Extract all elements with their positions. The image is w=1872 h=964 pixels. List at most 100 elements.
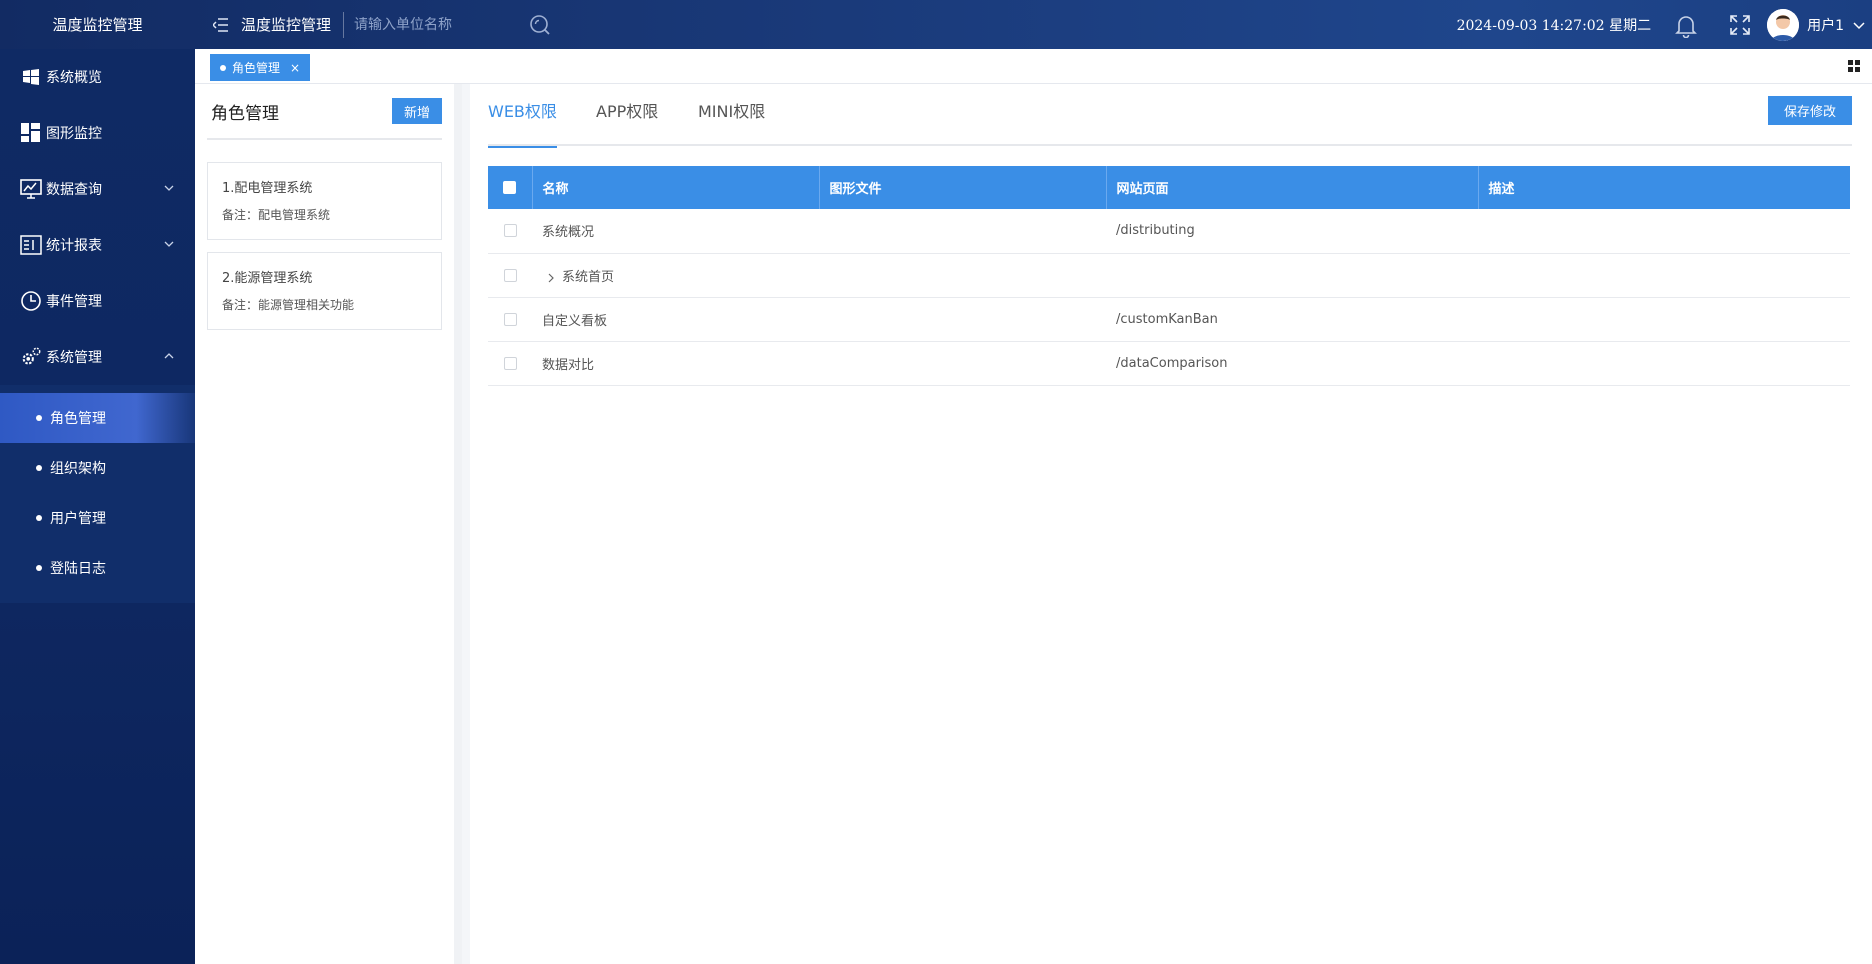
bullet-icon (36, 465, 42, 471)
dashboard-grid-icon (20, 122, 42, 144)
table-header-row: 名称 图形文件 网站页面 描述 (488, 166, 1850, 209)
sidebar-subitem-label: 组织架构 (50, 461, 106, 477)
tab-dot-icon (220, 64, 226, 71)
role-panel: 角色管理 新增 1.配电管理系统 备注：配电管理系统 2.能源管理系统 备注：能… (195, 84, 462, 964)
sidebar-item-label: 系统概览 (46, 70, 102, 86)
cell-file (819, 341, 1106, 386)
sidebar-item-overview[interactable]: 系统概览 (0, 49, 195, 105)
gears-icon (20, 346, 42, 368)
sidebar-item-data-query[interactable]: 数据查询 (0, 161, 195, 217)
table-row[interactable]: 系统首页 (488, 253, 1850, 298)
username[interactable]: 用户1 (1807, 15, 1844, 35)
role-card[interactable]: 1.配电管理系统 备注：配电管理系统 (207, 162, 442, 240)
add-role-button[interactable]: 新增 (392, 98, 442, 124)
permission-tabs: WEB权限 APP权限 MINI权限 (488, 84, 1852, 148)
sidebar-subitem-user-management[interactable]: 用户管理 (0, 493, 195, 543)
cell-name: 系统概况 (532, 209, 819, 254)
sidebar-item-label: 图形监控 (46, 126, 102, 142)
column-header-desc: 描述 (1478, 166, 1850, 209)
search-icon[interactable] (528, 13, 552, 37)
cell-name: 系统首页 (562, 269, 615, 285)
column-header-file: 图形文件 (819, 166, 1107, 209)
cell-page (1106, 253, 1478, 298)
sidebar-subitem-label: 用户管理 (50, 511, 106, 527)
role-name: 2.能源管理系统 (222, 271, 313, 286)
cell-name: 自定义看板 (532, 297, 819, 342)
role-note: 备注：配电管理系统 (222, 208, 331, 222)
chevron-down-icon[interactable] (1852, 18, 1866, 32)
close-icon[interactable]: × (290, 61, 300, 75)
bullet-icon (36, 565, 42, 571)
windows-icon (20, 66, 42, 88)
cell-file (819, 209, 1106, 254)
permissions-table: 名称 图形文件 网站页面 描述 系统概况 /distributing 系统首页 (488, 166, 1850, 386)
bullet-icon (36, 415, 42, 421)
sidebar-item-event-management[interactable]: 事件管理 (0, 273, 195, 329)
chevron-right-icon[interactable] (546, 272, 556, 283)
cell-name-expandable: 系统首页 (532, 253, 819, 298)
search-input[interactable] (354, 16, 525, 33)
app-logo-text: 温度监控管理 (52, 16, 143, 34)
clock-icon (20, 290, 42, 312)
tab-web-permissions[interactable]: WEB权限 (488, 98, 557, 148)
row-select-cell (488, 209, 532, 254)
row-select-cell (488, 297, 532, 342)
sidebar-item-system-management[interactable]: 系统管理 (0, 329, 195, 385)
tab-label: 角色管理 (232, 61, 281, 75)
sidebar-subitem-login-log[interactable]: 登陆日志 (0, 543, 195, 593)
avatar[interactable] (1767, 8, 1800, 41)
sidebar-subitem-label: 角色管理 (50, 411, 106, 427)
sidebar-subitem-role-management[interactable]: 角色管理 (0, 393, 195, 443)
system-submenu: 角色管理 组织架构 用户管理 登陆日志 (0, 385, 195, 603)
sidebar-subitem-organization[interactable]: 组织架构 (0, 443, 195, 493)
page-title: 温度监控管理 (241, 16, 332, 34)
bell-icon[interactable] (1673, 12, 1699, 38)
datetime-display: 2024-09-03 14:27:02 星期二 (1456, 17, 1652, 34)
grid-menu-icon[interactable] (1848, 60, 1860, 72)
tab-role-management[interactable]: 角色管理 × (210, 54, 311, 81)
save-changes-button[interactable]: 保存修改 (1768, 96, 1852, 125)
bullet-icon (36, 515, 42, 521)
select-all-cell (488, 166, 533, 209)
chevron-down-icon (163, 238, 175, 250)
fullscreen-icon[interactable] (1729, 14, 1751, 36)
select-all-checkbox[interactable] (503, 181, 517, 194)
role-panel-header: 角色管理 新增 (207, 84, 442, 140)
row-checkbox[interactable] (503, 268, 517, 282)
sidebar-item-label: 统计报表 (46, 238, 102, 254)
table-row[interactable]: 数据对比 /dataComparison (488, 341, 1850, 386)
tab-app-permissions[interactable]: APP权限 (596, 98, 658, 146)
role-card[interactable]: 2.能源管理系统 备注：能源管理相关功能 (207, 252, 442, 330)
tab-mini-permissions[interactable]: MINI权限 (698, 98, 765, 146)
table-row[interactable]: 自定义看板 /customKanBan (488, 297, 1850, 342)
menu-collapse-icon[interactable] (211, 15, 231, 35)
divider (343, 11, 345, 38)
chevron-up-icon (163, 350, 175, 362)
sidebar-item-label: 事件管理 (46, 294, 102, 310)
sidebar-item-statistics-report[interactable]: 统计报表 (0, 217, 195, 273)
sidebar: 系统概览 图形监控 数据查询 统计报表 事件管理 系统管理 角色管理 组织架构 … (0, 49, 195, 964)
sidebar-subitem-label: 登陆日志 (50, 561, 106, 577)
sidebar-item-label: 系统管理 (46, 350, 102, 366)
cell-desc (1478, 253, 1850, 298)
row-select-cell (488, 341, 532, 386)
cell-name: 数据对比 (532, 341, 819, 386)
report-icon (20, 234, 42, 256)
cell-desc (1478, 341, 1850, 386)
cell-file (819, 297, 1106, 342)
cell-page: /dataComparison (1106, 341, 1478, 386)
cell-page: /distributing (1106, 209, 1478, 254)
chevron-down-icon (163, 182, 175, 194)
permissions-panel: WEB权限 APP权限 MINI权限 保存修改 名称 图形文件 网站页面 描述 … (470, 84, 1872, 964)
sidebar-item-graphic-monitor[interactable]: 图形监控 (0, 105, 195, 161)
cell-page: /customKanBan (1106, 297, 1478, 342)
cell-desc (1478, 209, 1850, 254)
row-select-cell (488, 253, 532, 298)
row-checkbox[interactable] (503, 356, 517, 370)
table-row[interactable]: 系统概况 /distributing (488, 209, 1850, 254)
row-checkbox[interactable] (503, 312, 517, 326)
row-checkbox[interactable] (503, 224, 517, 238)
sidebar-item-label: 数据查询 (46, 182, 102, 198)
page-tabs-bar: 角色管理 × (195, 49, 1872, 84)
cell-desc (1478, 297, 1850, 342)
